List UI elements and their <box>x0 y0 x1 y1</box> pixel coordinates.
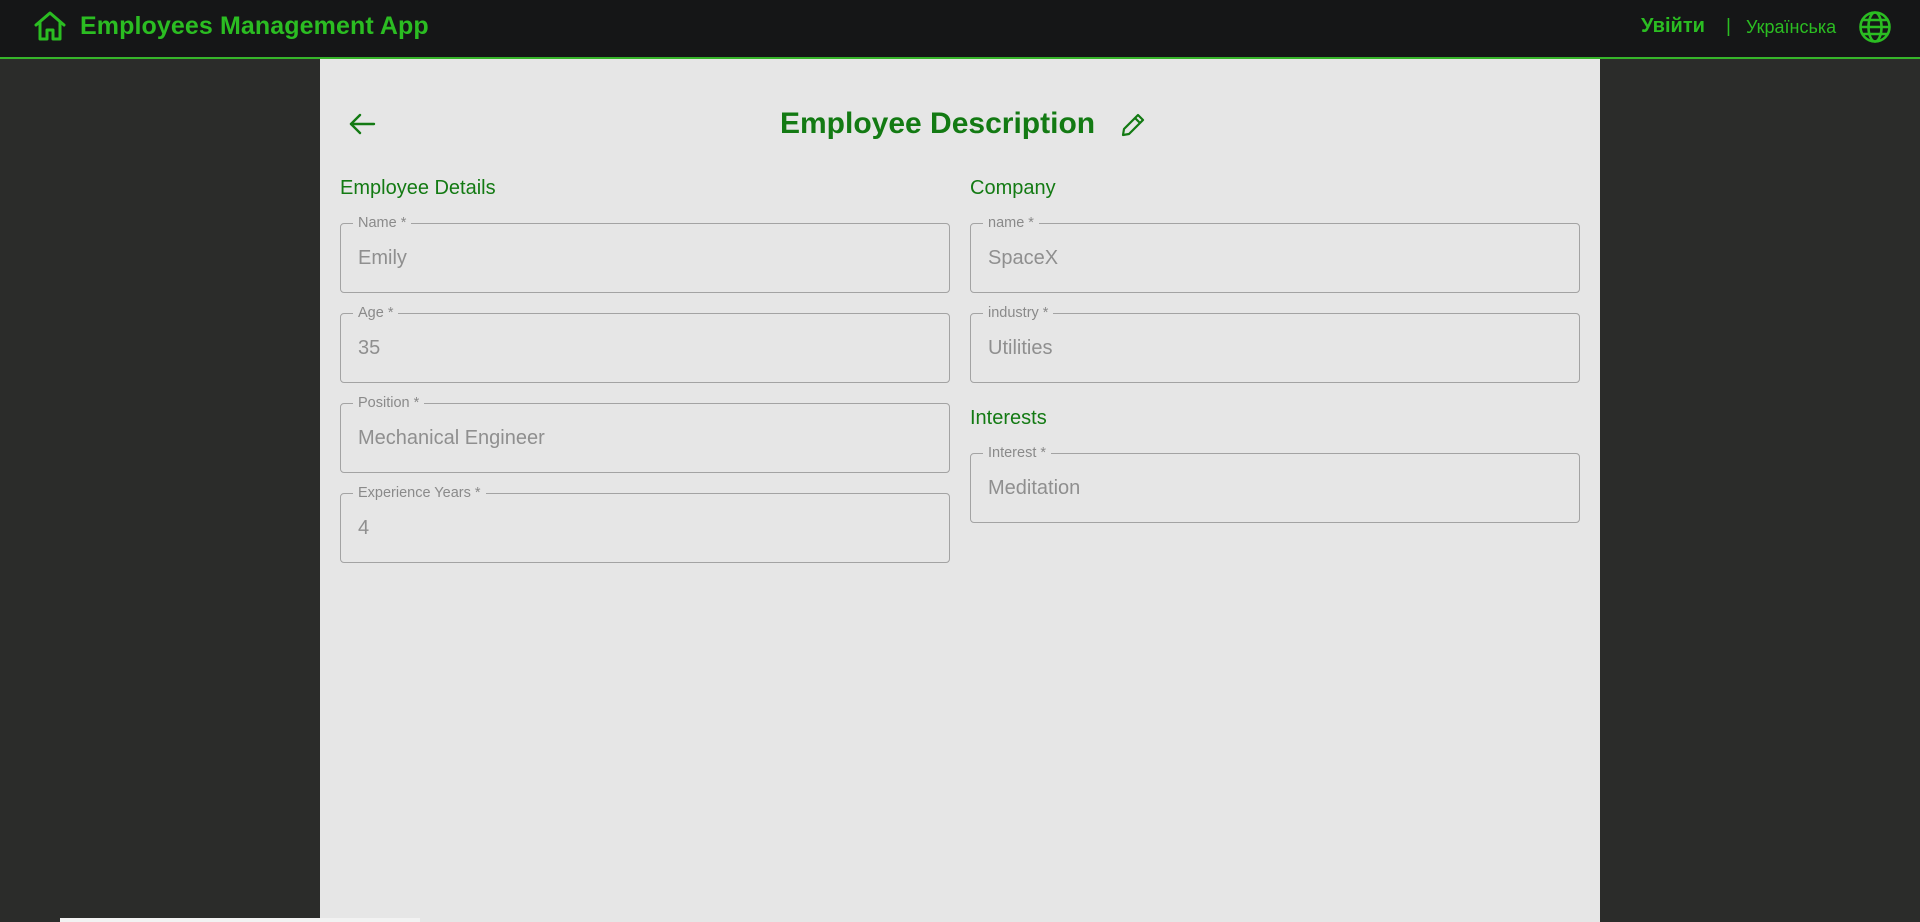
company-name-input[interactable] <box>971 224 1579 292</box>
industry-field[interactable]: industry * <box>970 305 1580 383</box>
company-heading: Company <box>970 177 1056 199</box>
bottom-divider <box>60 918 420 922</box>
industry-label: industry * <box>983 305 1054 321</box>
language-separator: | <box>1726 16 1731 37</box>
name-field[interactable]: Name * <box>340 215 950 293</box>
interest-field[interactable]: Interest * <box>970 445 1580 523</box>
back-button[interactable] <box>342 106 382 146</box>
globe-icon <box>1858 10 1892 49</box>
pencil-icon <box>1119 111 1147 144</box>
name-label: Name * <box>353 215 412 231</box>
age-label: Age * <box>353 305 399 321</box>
position-label: Position * <box>353 395 425 411</box>
name-input[interactable] <box>341 224 949 292</box>
interests-heading: Interests <box>970 407 1047 429</box>
interest-label: Interest * <box>983 445 1052 461</box>
position-input[interactable] <box>341 404 949 472</box>
language-button[interactable] <box>1856 10 1894 48</box>
app-bar: Employees Management App Увійти | Україн… <box>0 0 1920 59</box>
industry-input[interactable] <box>971 314 1579 382</box>
app-title[interactable]: Employees Management App <box>80 12 429 41</box>
position-field[interactable]: Position * <box>340 395 950 473</box>
arrow-left-icon <box>348 113 376 140</box>
employee-details-heading: Employee Details <box>340 177 496 199</box>
language-selector[interactable]: Українська <box>1746 17 1836 38</box>
home-icon <box>33 10 67 47</box>
interest-input[interactable] <box>971 454 1579 522</box>
company-name-field[interactable]: name * <box>970 215 1580 293</box>
experience-years-input[interactable] <box>341 494 949 562</box>
experience-years-label: Experience Years * <box>353 485 486 501</box>
home-button[interactable] <box>31 9 69 47</box>
experience-years-field[interactable]: Experience Years * <box>340 485 950 563</box>
age-input[interactable] <box>341 314 949 382</box>
edit-button[interactable] <box>1113 107 1153 147</box>
content-panel: Employee Description Employee Details Na… <box>320 59 1600 922</box>
company-name-label: name * <box>983 215 1039 231</box>
login-link[interactable]: Увійти <box>1641 15 1705 38</box>
page-title: Employee Description <box>780 107 1096 140</box>
age-field[interactable]: Age * <box>340 305 950 383</box>
